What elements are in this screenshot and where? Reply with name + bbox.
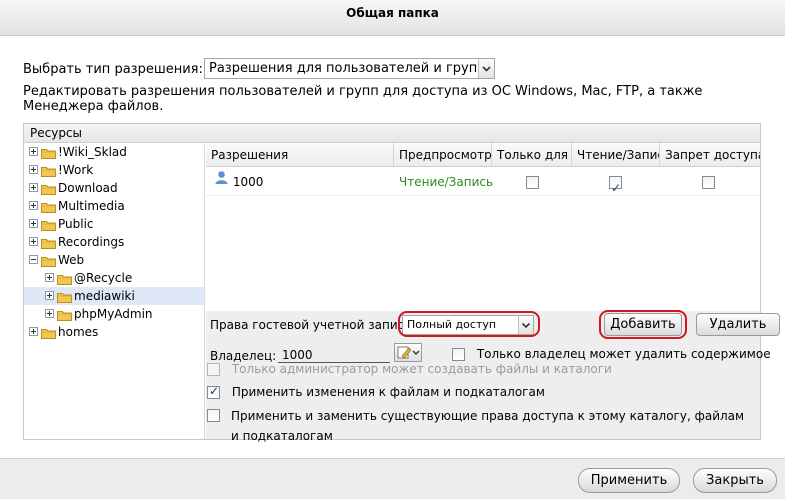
remove-button[interactable]: Удалить bbox=[696, 313, 780, 336]
edit-pencil-icon bbox=[397, 346, 420, 359]
column-header-preview[interactable]: Предпросмотр bbox=[394, 143, 492, 167]
folder-icon bbox=[41, 146, 56, 159]
grid-header: Разрешения Предпросмотр Только для чтени… bbox=[206, 143, 760, 167]
column-header-deny[interactable]: Запрет доступа bbox=[660, 143, 760, 167]
tree-item[interactable]: !Work bbox=[24, 161, 204, 179]
expand-icon[interactable] bbox=[29, 183, 38, 192]
tree-item[interactable]: Multimedia bbox=[24, 197, 204, 215]
read-write-checkbox[interactable] bbox=[609, 174, 622, 202]
expand-icon[interactable] bbox=[45, 309, 54, 318]
tree-item[interactable]: Recordings bbox=[24, 233, 204, 251]
close-button[interactable]: Закрыть bbox=[693, 468, 777, 493]
user-icon bbox=[214, 167, 229, 195]
read-write-checkbox-cell bbox=[609, 168, 622, 202]
guest-access-highlight bbox=[398, 311, 540, 337]
tree-item-label: phpMyAdmin bbox=[74, 307, 153, 321]
apply-subfolders-checkbox[interactable] bbox=[207, 384, 220, 399]
apply-subfolders-label: Применить изменения к файлам и подкатало… bbox=[231, 385, 545, 399]
only-owner-delete-option[interactable]: Только владелец может удалить содержимое bbox=[452, 347, 771, 361]
folder-icon bbox=[41, 236, 56, 249]
tree-item-label: Web bbox=[58, 253, 85, 267]
tree-item[interactable]: mediawiki bbox=[24, 287, 204, 305]
expand-icon[interactable] bbox=[29, 219, 38, 228]
admin-only-create-checkbox bbox=[207, 363, 220, 376]
admin-only-create-row: Только администратор может создавать фай… bbox=[207, 362, 612, 376]
only-owner-delete-label: Только владелец может удалить содержимое bbox=[476, 347, 771, 361]
deny-checkbox-cell bbox=[702, 168, 715, 196]
tree-item[interactable]: @Recycle bbox=[24, 269, 204, 287]
tree-item[interactable]: phpMyAdmin bbox=[24, 305, 204, 323]
tree-item-label: Multimedia bbox=[58, 199, 125, 213]
edit-owner-button[interactable] bbox=[394, 343, 422, 362]
tree-item[interactable]: Public bbox=[24, 215, 204, 233]
expand-icon[interactable] bbox=[45, 291, 54, 300]
expand-icon[interactable] bbox=[29, 201, 38, 210]
folder-icon bbox=[41, 182, 56, 195]
tree-item-label: Public bbox=[58, 217, 94, 231]
column-header-read-only[interactable]: Только для чтения bbox=[492, 143, 572, 167]
folder-tree: !Wiki_Sklad !Work Download Multimedia Public… bbox=[24, 143, 205, 439]
read-only-checkbox-cell bbox=[526, 168, 539, 196]
guest-access-label: Права гостевой учетной записи: bbox=[210, 318, 417, 332]
owner-field[interactable]: 1000 bbox=[278, 345, 390, 363]
expand-icon[interactable] bbox=[29, 237, 38, 246]
chevron-down-icon[interactable] bbox=[478, 59, 494, 78]
permissions-grid: Разрешения Предпросмотр Только для чтени… bbox=[206, 143, 760, 313]
permission-type-value: Разрешения для пользователей и групп bbox=[209, 61, 486, 76]
tree-item[interactable]: Download bbox=[24, 179, 204, 197]
expand-icon[interactable] bbox=[45, 273, 54, 282]
window-title: Общая папка bbox=[0, 0, 785, 36]
folder-icon bbox=[41, 326, 56, 339]
tree-item-label: Download bbox=[58, 181, 118, 195]
folder-icon bbox=[57, 272, 72, 285]
tree-item-label: Recordings bbox=[58, 235, 125, 249]
only-owner-delete-checkbox[interactable] bbox=[452, 348, 465, 361]
apply-button[interactable]: Применить bbox=[578, 468, 680, 493]
permission-type-label: Выбрать тип разрешения: bbox=[23, 62, 203, 77]
expand-icon[interactable] bbox=[29, 327, 38, 336]
apply-replace-option[interactable]: Применить и заменить существующие права … bbox=[207, 406, 747, 446]
column-header-permissions[interactable]: Разрешения bbox=[206, 143, 394, 167]
folder-icon bbox=[41, 200, 56, 213]
tree-item-label: homes bbox=[58, 325, 99, 339]
description-text: Редактировать разрешения пользователей и… bbox=[23, 84, 703, 114]
folder-icon bbox=[57, 290, 72, 303]
tree-item-label: !Work bbox=[58, 163, 94, 177]
admin-only-create-text: Только администратор может создавать фай… bbox=[231, 362, 612, 376]
permission-type-select[interactable]: Разрешения для пользователей и групп bbox=[204, 58, 495, 79]
collapse-icon[interactable] bbox=[29, 255, 38, 264]
expand-icon[interactable] bbox=[29, 165, 38, 174]
dialog-footer: Применить Закрыть bbox=[0, 458, 785, 499]
add-button-highlight bbox=[599, 310, 687, 339]
folder-icon bbox=[41, 218, 56, 231]
apply-replace-label: Применить и заменить существующие права … bbox=[231, 409, 745, 443]
folder-icon bbox=[57, 308, 72, 321]
apply-replace-checkbox[interactable] bbox=[207, 409, 220, 422]
folder-icon bbox=[41, 164, 56, 177]
expand-icon[interactable] bbox=[29, 147, 38, 156]
user-name: 1000 bbox=[232, 175, 264, 189]
tree-item-label: @Recycle bbox=[74, 271, 133, 285]
table-row[interactable]: 1000 Чтение/Запись bbox=[206, 168, 760, 202]
resources-header: Ресурсы bbox=[24, 124, 760, 143]
column-header-read-write[interactable]: Чтение/Запись bbox=[572, 143, 660, 167]
preview-cell: Чтение/Запись bbox=[399, 175, 494, 189]
tree-item[interactable]: !Wiki_Sklad bbox=[24, 143, 204, 161]
read-only-checkbox[interactable] bbox=[526, 176, 539, 189]
owner-label: Владелец: bbox=[210, 349, 277, 363]
tree-item[interactable]: homes bbox=[24, 323, 204, 341]
tree-item[interactable]: Web bbox=[24, 251, 204, 269]
apply-subfolders-option[interactable]: Применить изменения к файлам и подкатало… bbox=[207, 384, 545, 399]
tree-item-label: !Wiki_Sklad bbox=[58, 145, 127, 159]
deny-checkbox[interactable] bbox=[702, 176, 715, 189]
user-cell: 1000 bbox=[214, 168, 263, 196]
tree-item-label: mediawiki bbox=[74, 289, 135, 303]
folder-icon bbox=[41, 254, 56, 267]
